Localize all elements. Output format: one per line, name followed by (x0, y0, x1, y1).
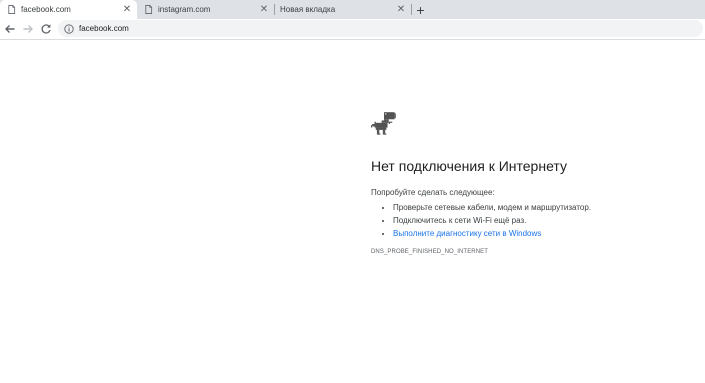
toolbar: facebook.com (0, 19, 705, 40)
tab-title: facebook.com (21, 5, 71, 14)
suggestion-item: Подключитесь к сети Wi-Fi ещё раз. (393, 214, 691, 227)
forward-button[interactable] (20, 21, 36, 37)
arrow-left-icon (5, 25, 15, 33)
suggestion-item: Проверьте сетевые кабели, модем и маршру… (393, 201, 691, 214)
arrow-right-icon (23, 25, 33, 33)
close-tab-icon[interactable]: ✕ (258, 4, 270, 16)
reload-icon (41, 24, 51, 34)
page-icon (8, 5, 16, 14)
suggestion-item: Выполните диагностику сети в Windows (393, 227, 691, 240)
reload-button[interactable] (38, 21, 54, 37)
back-button[interactable] (2, 21, 18, 37)
close-tab-icon[interactable]: ✕ (121, 4, 133, 16)
page-icon (145, 5, 153, 14)
suggestions-intro: Попробуйте сделать следующее: (371, 188, 495, 197)
tab-new-tab[interactable]: Новая вкладка ✕ (275, 0, 411, 19)
url-text: facebook.com (79, 24, 129, 33)
close-tab-icon[interactable]: ✕ (395, 4, 407, 16)
tab-separator (411, 4, 412, 15)
tab-facebook[interactable]: facebook.com ✕ (0, 0, 137, 19)
network-diagnostics-link[interactable]: Выполните диагностику сети в Windows (393, 229, 541, 238)
new-tab-button[interactable]: + (413, 2, 428, 18)
error-code: DNS_PROBE_FINISHED_NO_INTERNET (371, 249, 489, 255)
tab-strip: facebook.com ✕ instagram.com ✕ Новая вкл… (0, 0, 705, 19)
error-page: Нет подключения к Интернету Попробуйте с… (371, 112, 691, 255)
tab-instagram[interactable]: instagram.com ✕ (137, 0, 274, 19)
error-heading: Нет подключения к Интернету (371, 158, 567, 174)
address-bar[interactable]: facebook.com (58, 20, 703, 37)
info-icon[interactable] (64, 23, 74, 34)
suggestions-list: Проверьте сетевые кабели, модем и маршру… (371, 201, 691, 240)
offline-dino-icon (371, 112, 396, 135)
tab-title: Новая вкладка (280, 5, 336, 14)
tab-title: instagram.com (158, 5, 211, 14)
